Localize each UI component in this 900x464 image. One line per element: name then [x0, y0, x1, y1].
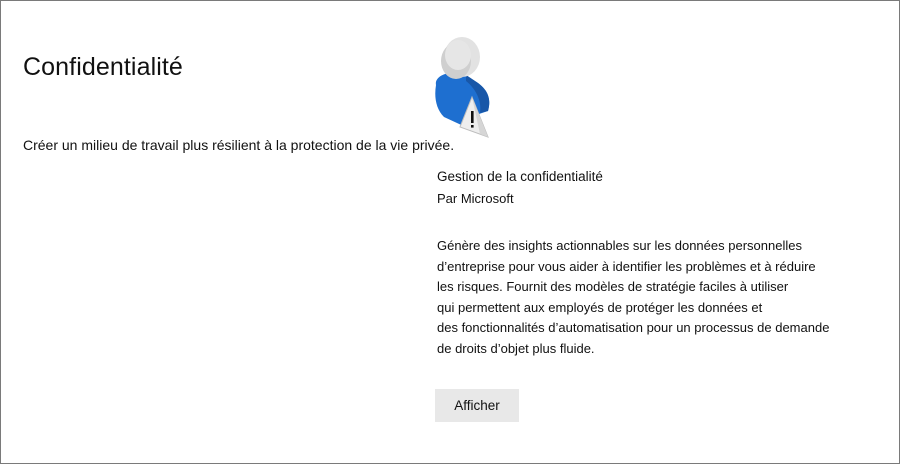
description-line: Génère des insights actionnables sur les…	[437, 238, 802, 253]
page-title: Confidentialité	[23, 53, 183, 81]
page-frame: Confidentialité Créer un milieu de trava…	[0, 0, 900, 464]
description-line: les risques. Fournit des modèles de stra…	[437, 279, 789, 294]
person-warning-icon	[435, 37, 490, 138]
description-line: d’entreprise pour vous aider à identifie…	[437, 258, 816, 274]
description-line: des fonctionnalités d’automatisation pou…	[437, 320, 830, 335]
product-description: Génère des insights actionnables sur les…	[437, 236, 877, 359]
publisher-label: Par Microsoft	[437, 191, 514, 206]
view-button[interactable]: Afficher	[435, 389, 519, 422]
page-subtitle: Créer un milieu de travail plus résilien…	[23, 137, 455, 153]
product-name: Gestion de la confidentialité	[437, 169, 603, 184]
description-line: qui permettent aux employés de protéger …	[437, 299, 763, 315]
description-line: de droits d’objet plus fluide.	[437, 340, 595, 356]
